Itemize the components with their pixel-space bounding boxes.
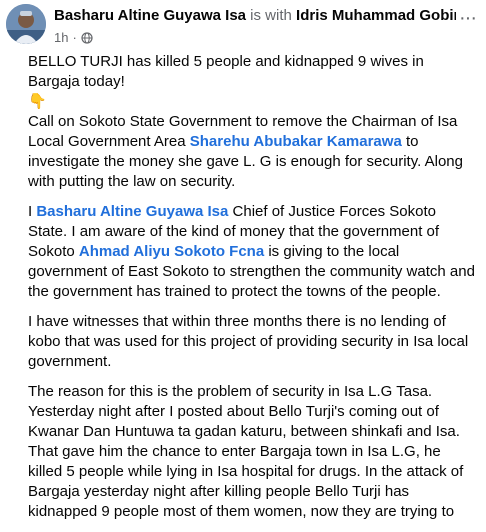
meta-dot: · [72, 30, 77, 45]
post-paragraph-1: BELLO TURJI has killed 5 people and kidn… [28, 52, 476, 192]
mention-ahmad-aliyu-sokoto-fcna[interactable]: Ahmad Aliyu Sokoto Fcna [79, 243, 264, 260]
post-paragraph-2: I Basharu Altine Guyawa Isa Chief of Jus… [28, 202, 476, 302]
avatar[interactable] [6, 4, 46, 44]
post-body: BELLO TURJI has killed 5 people and kidn… [28, 52, 476, 532]
post-paragraph-4: The reason for this is the problem of se… [28, 383, 464, 520]
author-line: Basharu Altine Guyawa Isa is with Idris … [54, 6, 456, 26]
paragraph-text: BELLO TURJI has killed 5 people and kidn… [28, 53, 424, 90]
with-text: is with [246, 7, 297, 24]
mention-sharehu-abubakar-kamarawa[interactable]: Sharehu Abubakar Kamarawa [190, 133, 402, 150]
tagged-name[interactable]: Idris Muhammad Gobir. [296, 7, 456, 24]
globe-icon [81, 32, 93, 44]
mention-basharu-altine-guyawa-isa[interactable]: Basharu Altine Guyawa Isa [36, 203, 228, 220]
post-card: Basharu Altine Guyawa Isa is with Idris … [0, 0, 486, 520]
author-name[interactable]: Basharu Altine Guyawa Isa [54, 7, 246, 24]
post-paragraph-3: I have witnesses that within three month… [28, 313, 469, 370]
post-meta: 1h · [54, 29, 93, 47]
more-options-button[interactable]: ··· [459, 8, 477, 28]
post-time[interactable]: 1h [54, 29, 68, 47]
post-header: Basharu Altine Guyawa Isa is with Idris … [0, 0, 486, 52]
pointing-down-emoji: 👇 [28, 93, 47, 110]
